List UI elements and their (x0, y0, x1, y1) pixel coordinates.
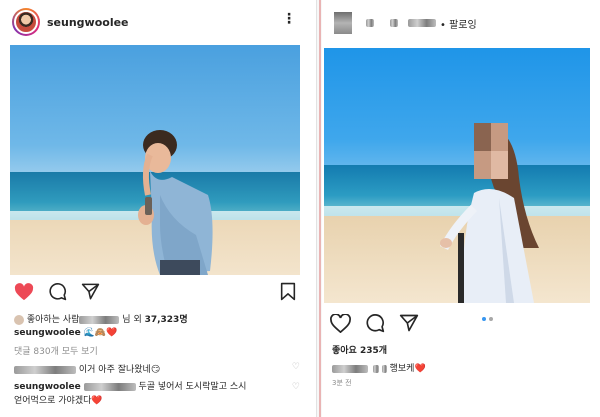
blurred-username[interactable] (332, 364, 368, 373)
post-photo[interactable] (324, 48, 590, 303)
blurred-name (79, 315, 120, 324)
bookmark-icon[interactable] (280, 282, 296, 305)
comment-1-text: 이거 아주 잘나왔네😏 (78, 365, 161, 375)
caption-heart: ❤️ (414, 364, 426, 374)
heart-outline-icon[interactable] (330, 313, 351, 333)
username[interactable]: seungwoolee (47, 16, 129, 29)
view-comments-link[interactable]: 댓글 830개 모두 보기 (14, 344, 98, 357)
comment-icon[interactable] (48, 282, 67, 301)
likes-prefix: 좋아하는 사람 (26, 315, 80, 325)
likes-mid: 님 외 (122, 315, 142, 325)
right-post: • 팔로잉 좋아요 235개 행보케❤️ 3분 전 (322, 0, 600, 417)
comment-2: seungwoolee 두골 넣어서 도시락말고 스시 (14, 379, 246, 392)
man-figure (138, 130, 213, 275)
heart-filled-icon[interactable] (14, 282, 34, 301)
blurred-username[interactable] (408, 19, 436, 27)
comment-2-text-b: 얻어먹으로 가야겠다❤️ (14, 396, 103, 406)
caption-username[interactable]: seungwoolee (14, 328, 81, 338)
caption-text: 행보케 (389, 364, 415, 374)
likes-line: 좋아하는 사람 님 외 37,323명 (14, 312, 188, 325)
post-time: 3분 전 (332, 379, 352, 387)
blurred-commenter (14, 365, 76, 374)
post-photo[interactable] (10, 45, 300, 275)
comment-1: 이거 아주 잘나왔네😏 (14, 362, 160, 375)
likes-count[interactable]: 37,323명 (145, 315, 188, 325)
avatar[interactable] (12, 8, 40, 36)
blurred-mention (83, 382, 136, 391)
carousel-dot[interactable] (489, 317, 493, 321)
caption: 행보케❤️ (332, 361, 426, 374)
comment-like-icon[interactable]: ♡ (292, 362, 300, 372)
blurred-avatar[interactable] (334, 12, 352, 34)
comment-like-icon[interactable]: ♡ (292, 382, 300, 392)
comment-icon[interactable] (365, 313, 385, 333)
post-actions (330, 313, 419, 333)
post-header: • 팔로잉 (334, 12, 477, 34)
follow-status[interactable]: • 팔로잉 (440, 16, 477, 31)
share-icon[interactable] (399, 313, 419, 333)
share-icon[interactable] (81, 282, 100, 301)
likes-count[interactable]: 좋아요 235개 (332, 343, 387, 356)
caption: seungwoolee 🌊🙈❤️ (14, 328, 117, 338)
woman-figure (439, 123, 539, 303)
comment-2-username[interactable]: seungwoolee (14, 382, 81, 392)
carousel-dot-active[interactable] (482, 317, 486, 321)
post-actions (14, 282, 100, 301)
more-vertical-icon[interactable]: ⋮ (282, 12, 296, 26)
comment-2-text-a: 두골 넣어서 도시락말고 스시 (138, 382, 247, 392)
liker-avatar (14, 314, 24, 325)
caption-emoji: 🌊🙈❤️ (83, 328, 118, 338)
post-header: seungwoolee (12, 8, 129, 36)
left-post: seungwoolee ⋮ 좋아하는 사람 님 외 37,323명 seungw… (0, 0, 316, 417)
